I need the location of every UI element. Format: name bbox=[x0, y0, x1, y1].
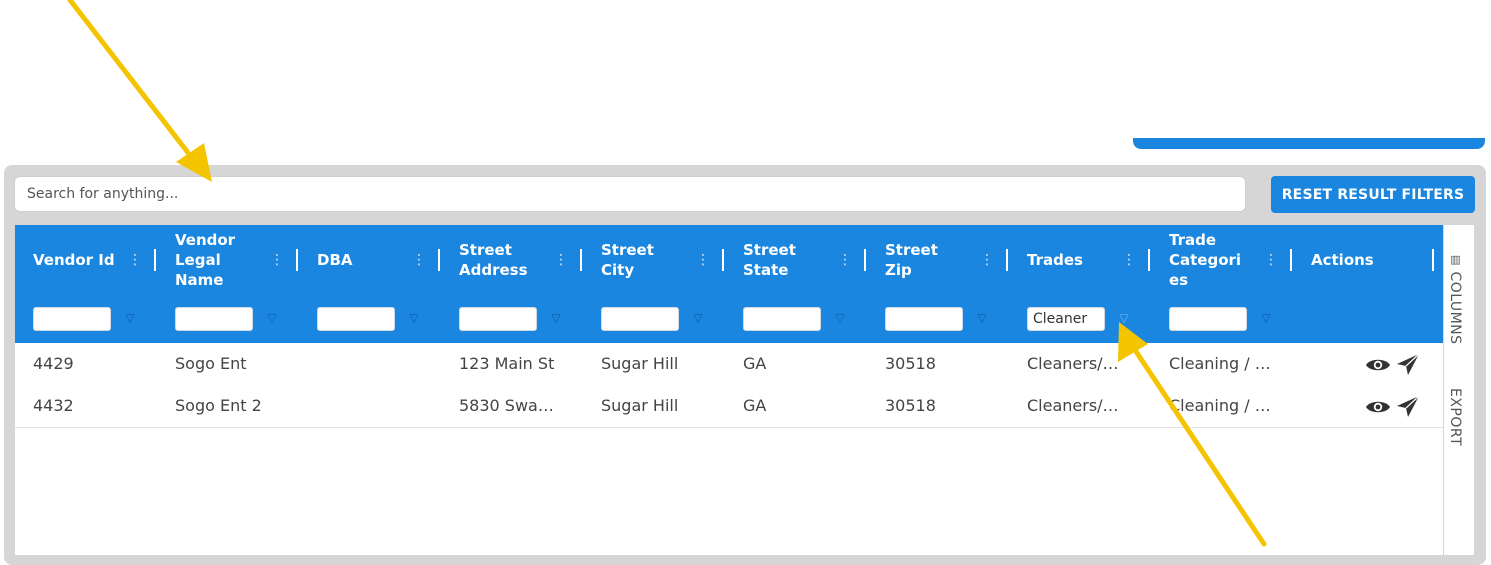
column-resize-handle[interactable] bbox=[296, 249, 298, 271]
column-header-label: Vendor Legal Name bbox=[175, 231, 236, 289]
column-header-trades[interactable]: Trades ⋮ bbox=[1009, 225, 1151, 295]
row-actions bbox=[1365, 395, 1425, 419]
filter-input-vendor-legal-name[interactable] bbox=[175, 307, 253, 331]
column-header-street-address[interactable]: Street Address ⋮ bbox=[441, 225, 583, 295]
column-resize-handle[interactable] bbox=[864, 249, 866, 271]
reset-result-filters-button[interactable]: RESET RESULT FILTERS bbox=[1271, 176, 1475, 213]
send-icon[interactable] bbox=[1395, 395, 1421, 419]
filter-input-vendor-id[interactable] bbox=[33, 307, 111, 331]
cell-trades: Cleaners/… bbox=[1027, 354, 1119, 373]
column-menu-icon[interactable]: ⋮ bbox=[554, 249, 568, 271]
columns-tab[interactable]: ▥ COLUMNS bbox=[1447, 253, 1463, 345]
column-header-street-city[interactable]: Street City ⋮ bbox=[583, 225, 725, 295]
column-header-street-state[interactable]: Street State ⋮ bbox=[725, 225, 867, 295]
cell-trade-categories: Cleaning / … bbox=[1169, 396, 1271, 415]
column-resize-handle[interactable] bbox=[580, 249, 582, 271]
data-grid: Vendor Id ⋮ Vendor Legal Name ⋮ DBA ⋮ St… bbox=[15, 225, 1443, 555]
column-header-label: Street State bbox=[743, 241, 796, 279]
cell-vendor-legal-name: Sogo Ent bbox=[175, 354, 247, 373]
filter-input-trade-categories[interactable] bbox=[1169, 307, 1247, 331]
column-header-street-zip[interactable]: Street Zip ⋮ bbox=[867, 225, 1009, 295]
filter-input-street-state[interactable] bbox=[743, 307, 821, 331]
column-resize-handle[interactable] bbox=[1006, 249, 1008, 271]
columns-icon: ▥ bbox=[1449, 253, 1462, 267]
column-header-label: Trade Categori es bbox=[1169, 231, 1242, 289]
table-row[interactable]: 4432 Sogo Ent 2 5830 Swa… Sugar Hill GA … bbox=[15, 385, 1443, 428]
eye-icon[interactable] bbox=[1365, 395, 1391, 419]
cell-dba bbox=[317, 343, 437, 385]
filter-input-street-zip[interactable] bbox=[885, 307, 963, 331]
filter-icon[interactable]: ▽ bbox=[123, 309, 137, 327]
cell-trade-categories: Cleaning / … bbox=[1169, 354, 1271, 373]
column-menu-icon[interactable]: ⋮ bbox=[838, 249, 852, 271]
row-actions bbox=[1365, 353, 1425, 377]
column-resize-handle[interactable] bbox=[722, 249, 724, 271]
column-header-label: Trades bbox=[1027, 251, 1083, 269]
column-header-label: Actions bbox=[1311, 251, 1374, 269]
filter-icon[interactable]: ▽ bbox=[549, 309, 563, 327]
cell-street-state: GA bbox=[743, 354, 767, 373]
cell-vendor-legal-name: Sogo Ent 2 bbox=[175, 396, 262, 415]
cell-street-address: 123 Main St bbox=[459, 354, 555, 373]
column-menu-icon[interactable]: ⋮ bbox=[270, 249, 284, 271]
column-menu-icon[interactable]: ⋮ bbox=[980, 249, 994, 271]
filter-icon[interactable]: ▽ bbox=[833, 309, 847, 327]
column-header-vendor-legal-name[interactable]: Vendor Legal Name ⋮ bbox=[157, 225, 299, 295]
column-menu-icon[interactable]: ⋮ bbox=[1264, 249, 1278, 271]
column-header-label: Street City bbox=[601, 241, 654, 279]
column-header-trade-categories[interactable]: Trade Categori es ⋮ bbox=[1151, 225, 1293, 295]
search-input[interactable] bbox=[14, 176, 1246, 212]
cell-street-address: 5830 Swa… bbox=[459, 396, 554, 415]
filter-input-dba[interactable] bbox=[317, 307, 395, 331]
column-resize-handle[interactable] bbox=[1148, 249, 1150, 271]
cell-trades: Cleaners/… bbox=[1027, 396, 1119, 415]
column-menu-icon[interactable]: ⋮ bbox=[696, 249, 710, 271]
column-header-dba[interactable]: DBA ⋮ bbox=[299, 225, 441, 295]
column-menu-icon[interactable]: ⋮ bbox=[1122, 249, 1136, 271]
cell-street-zip: 30518 bbox=[885, 354, 936, 373]
column-menu-icon[interactable]: ⋮ bbox=[128, 249, 142, 271]
column-resize-handle[interactable] bbox=[1290, 249, 1292, 271]
column-header-label: Street Zip bbox=[885, 241, 938, 279]
cell-dba bbox=[317, 385, 437, 427]
column-header-label: DBA bbox=[317, 251, 353, 269]
eye-icon[interactable] bbox=[1365, 353, 1391, 377]
filter-input-trades[interactable] bbox=[1027, 307, 1105, 331]
filter-icon[interactable]: ▽ bbox=[691, 309, 705, 327]
cell-street-state: GA bbox=[743, 396, 767, 415]
columns-tab-label: COLUMNS bbox=[1447, 271, 1463, 345]
column-resize-handle[interactable] bbox=[438, 249, 440, 271]
filter-icon[interactable]: ▽ bbox=[975, 309, 989, 327]
cell-vendor-id: 4432 bbox=[33, 396, 74, 415]
cell-street-zip: 30518 bbox=[885, 396, 936, 415]
column-header-label: Vendor Id bbox=[33, 251, 115, 269]
filter-icon[interactable]: ▽ bbox=[1117, 309, 1131, 327]
export-tab[interactable]: EXPORT bbox=[1447, 388, 1463, 446]
table-row[interactable]: 4429 Sogo Ent 123 Main St Sugar Hill GA … bbox=[15, 343, 1443, 386]
grid-filter-row: ▽ ▽ ▽ ▽ ▽ ▽ ▽ ▽ ▽ bbox=[15, 295, 1443, 343]
cell-street-city: Sugar Hill bbox=[601, 396, 679, 415]
filter-input-street-city[interactable] bbox=[601, 307, 679, 331]
annotation-arrow-search bbox=[67, 0, 212, 182]
column-header-label: Street Address bbox=[459, 241, 528, 279]
side-panel: ▥ COLUMNS EXPORT bbox=[1443, 225, 1474, 555]
filter-icon[interactable]: ▽ bbox=[407, 309, 421, 327]
top-tab-bar bbox=[1133, 138, 1485, 149]
filter-icon[interactable]: ▽ bbox=[1259, 309, 1273, 327]
column-resize-handle[interactable] bbox=[1432, 249, 1434, 271]
column-header-actions[interactable]: Actions bbox=[1293, 225, 1435, 295]
column-menu-icon[interactable]: ⋮ bbox=[412, 249, 426, 271]
cell-street-city: Sugar Hill bbox=[601, 354, 679, 373]
column-resize-handle[interactable] bbox=[154, 249, 156, 271]
grid-header-row: Vendor Id ⋮ Vendor Legal Name ⋮ DBA ⋮ St… bbox=[15, 225, 1443, 295]
send-icon[interactable] bbox=[1395, 353, 1421, 377]
filter-icon[interactable]: ▽ bbox=[265, 309, 279, 327]
column-header-vendor-id[interactable]: Vendor Id ⋮ bbox=[15, 225, 157, 295]
filter-input-street-address[interactable] bbox=[459, 307, 537, 331]
export-tab-label: EXPORT bbox=[1447, 388, 1463, 447]
cell-vendor-id: 4429 bbox=[33, 354, 74, 373]
